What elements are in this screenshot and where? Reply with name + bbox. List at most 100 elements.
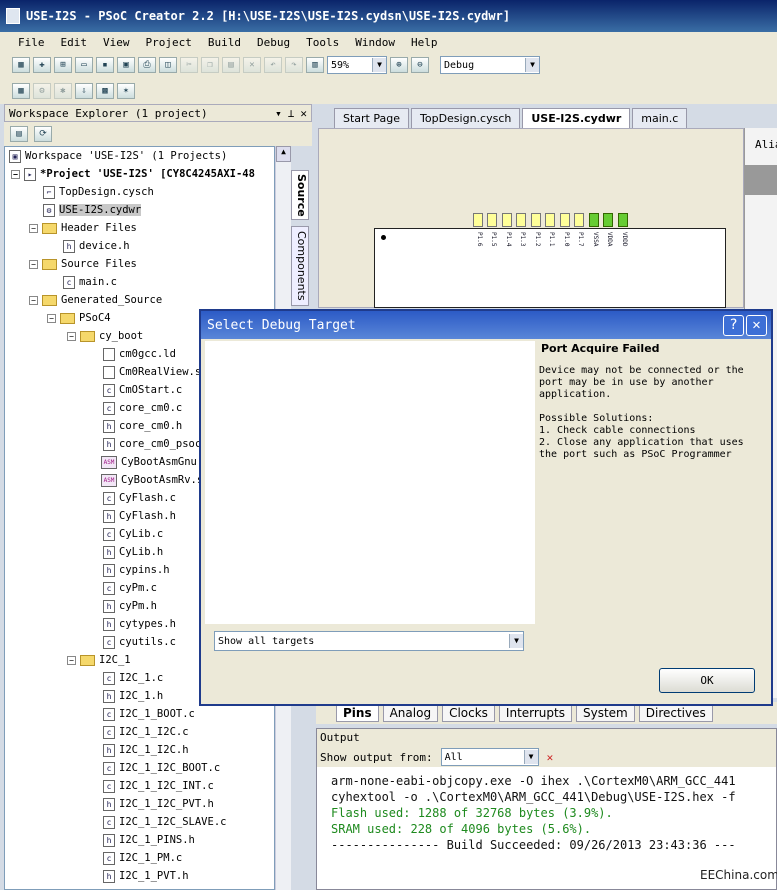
target-filter-select[interactable]: Show all targets ▼	[214, 631, 524, 651]
debug-bug-icon[interactable]: ✶	[117, 83, 135, 99]
copy-icon[interactable]: ❐	[201, 57, 219, 73]
menu-window[interactable]: Window	[355, 36, 395, 49]
tab-interrupts[interactable]: Interrupts	[498, 704, 572, 722]
redo-icon[interactable]: ↷	[285, 57, 303, 73]
collapse-icon[interactable]: −	[29, 259, 38, 269]
collapse-icon[interactable]: −	[47, 313, 56, 323]
collapse-icon[interactable]: −	[29, 295, 38, 305]
zoom-in-icon[interactable]: ⊕	[390, 57, 408, 73]
chip-pin[interactable]	[531, 213, 541, 227]
tree-item[interactable]: − I2C_1	[67, 651, 131, 669]
chip-pin[interactable]	[487, 213, 497, 227]
tree-item[interactable]: c cyPm.c	[103, 579, 157, 597]
tree-item[interactable]: − PSoC4	[47, 309, 111, 327]
menu-file[interactable]: File	[18, 36, 45, 49]
tab-start-page[interactable]: Start Page	[334, 108, 409, 128]
close-icon[interactable]: ✕	[300, 107, 307, 120]
tree-item[interactable]: ASM CyBootAsmRv.s	[101, 471, 203, 489]
tree-item[interactable]: h cytypes.h	[103, 615, 176, 633]
collapse-icon[interactable]: −	[11, 169, 20, 179]
tab-components[interactable]: Components	[291, 226, 309, 306]
menu-edit[interactable]: Edit	[61, 36, 88, 49]
chip-pin[interactable]	[502, 213, 512, 227]
save-all-icon[interactable]: ▣	[117, 57, 135, 73]
zoom-out-icon[interactable]: ⊖	[411, 57, 429, 73]
clean-icon[interactable]: ✱	[54, 83, 72, 99]
tree-item[interactable]: Cm0RealView.s	[103, 363, 201, 381]
print-preview-icon[interactable]: ◫	[159, 57, 177, 73]
tree-item[interactable]: h CyLib.h	[103, 543, 163, 561]
delete-icon[interactable]: ✕	[243, 57, 261, 73]
target-list[interactable]	[205, 341, 535, 624]
clear-output-icon[interactable]: ✕	[547, 751, 554, 764]
build-icon[interactable]: ⚙	[33, 83, 51, 99]
chip-pin[interactable]	[574, 213, 584, 227]
output-source-select[interactable]: All ▼	[440, 748, 539, 766]
cut-icon[interactable]: ✂	[180, 57, 198, 73]
tree-item[interactable]: c CmOStart.c	[103, 381, 182, 399]
chip-pin[interactable]	[618, 213, 628, 227]
configuration-select[interactable]: Debug ▼	[440, 56, 540, 74]
tree-item[interactable]: h I2C_1_I2C_PVT.h	[103, 795, 214, 813]
tree-item[interactable]: − Source Files	[29, 255, 137, 273]
menu-help[interactable]: Help	[411, 36, 438, 49]
tab-directives[interactable]: Directives	[638, 704, 713, 722]
menu-debug[interactable]: Debug	[257, 36, 290, 49]
document-icon[interactable]: ▥	[306, 57, 324, 73]
menu-project[interactable]: Project	[146, 36, 192, 49]
add-item-icon[interactable]: ⊞	[54, 57, 72, 73]
refresh-icon[interactable]: ⟳	[34, 126, 52, 142]
menu-build[interactable]: Build	[208, 36, 241, 49]
tab-clocks[interactable]: Clocks	[442, 704, 495, 722]
tree-item[interactable]: ⌐ TopDesign.cysch	[43, 183, 154, 201]
tree-item[interactable]: ASM CyBootAsmGnu.	[101, 453, 203, 471]
tab-analog[interactable]: Analog	[382, 704, 439, 722]
chip-pin[interactable]	[603, 213, 613, 227]
tree-item[interactable]: c core_cm0.c	[103, 399, 182, 417]
tree-item[interactable]: − ▸ *Project 'USE-I2S' [CY8C4245AXI-48	[11, 165, 255, 183]
help-icon[interactable]: ?	[723, 314, 744, 336]
tree-item[interactable]: c I2C_1_I2C_INT.c	[103, 777, 214, 795]
tab-cydwr[interactable]: USE-I2S.cydwr	[522, 108, 631, 128]
tree-item[interactable]: − cy_boot	[67, 327, 143, 345]
chip-pin[interactable]	[473, 213, 483, 227]
tree-item[interactable]: c I2C_1.c	[103, 669, 163, 687]
tree-item[interactable]: c I2C_1_PM.c	[103, 849, 182, 867]
chip-pin[interactable]	[545, 213, 555, 227]
tree-item[interactable]: c main.c	[63, 273, 117, 291]
tree-item[interactable]: c I2C_1_I2C.c	[103, 723, 189, 741]
menu-tools[interactable]: Tools	[306, 36, 339, 49]
tree-item[interactable]: − Generated_Source	[29, 291, 162, 309]
tree-item[interactable]: c I2C_1_I2C_BOOT.c	[103, 759, 220, 777]
tree-item[interactable]: c I2C_1_I2C_SLAVE.c	[103, 813, 226, 831]
tree-item[interactable]: cm0gcc.ld	[103, 345, 176, 363]
new-project-icon[interactable]: ▦	[12, 57, 30, 73]
tab-system[interactable]: System	[576, 704, 635, 722]
tree-item[interactable]: h I2C_1.h	[103, 687, 163, 705]
tab-topdesign[interactable]: TopDesign.cysch	[411, 108, 521, 128]
tab-source[interactable]: Source	[291, 170, 309, 220]
ok-button[interactable]: OK	[659, 668, 755, 693]
menu-view[interactable]: View	[103, 36, 130, 49]
paste-icon[interactable]: ▤	[222, 57, 240, 73]
new-file-icon[interactable]: ✚	[33, 57, 51, 73]
tree-item[interactable]: − Header Files	[29, 219, 137, 237]
tree-item[interactable]: h cypins.h	[103, 561, 170, 579]
tree-item[interactable]: c CyLib.c	[103, 525, 163, 543]
tree-item[interactable]: h device.h	[63, 237, 130, 255]
tree-item[interactable]: h core_cm0.h	[103, 417, 182, 435]
properties-icon[interactable]: ▤	[10, 126, 28, 142]
save-icon[interactable]: ▪	[96, 57, 114, 73]
tree-item[interactable]: ▣ Workspace 'USE-I2S' (1 Projects)	[9, 147, 227, 165]
chip-pin[interactable]	[589, 213, 599, 227]
undo-icon[interactable]: ↶	[264, 57, 282, 73]
tree-item[interactable]: c CyFlash.c	[103, 489, 176, 507]
tree-item[interactable]: h CyFlash.h	[103, 507, 176, 525]
tree-item[interactable]: h I2C_1_I2C.h	[103, 741, 189, 759]
collapse-icon[interactable]: −	[67, 655, 76, 665]
zoom-select[interactable]: 59% ▼	[327, 56, 387, 74]
collapse-icon[interactable]: −	[29, 223, 38, 233]
print-icon[interactable]: ⎙	[138, 57, 156, 73]
collapse-icon[interactable]: −	[67, 331, 76, 341]
tab-main-c[interactable]: main.c	[632, 108, 688, 128]
